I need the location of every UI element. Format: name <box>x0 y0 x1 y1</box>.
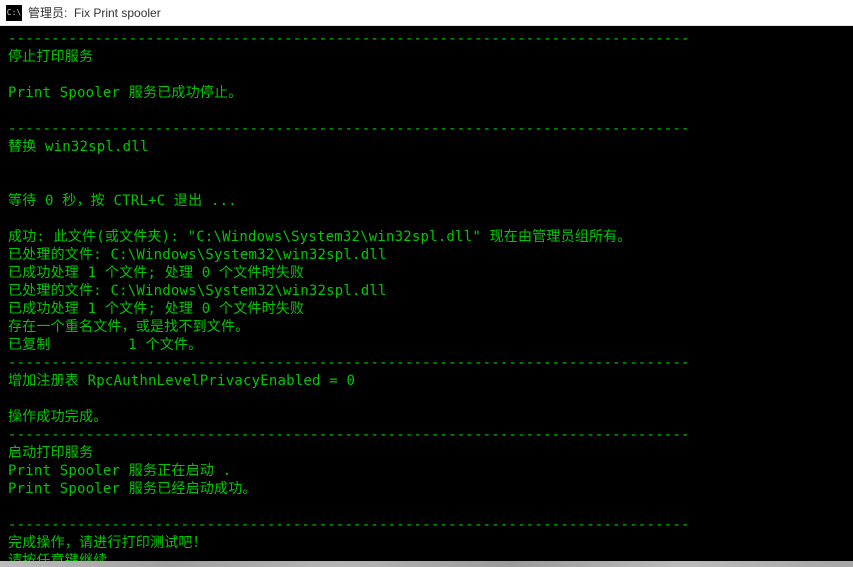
console-line: ----------------------------------------… <box>8 516 845 534</box>
console-line: 启动打印服务 <box>8 444 845 462</box>
console-output[interactable]: ----------------------------------------… <box>0 26 853 561</box>
console-line: 增加注册表 RpcAuthnLevelPrivacyEnabled = 0 <box>8 372 845 390</box>
console-line: 请按任意键继续. . . <box>8 552 845 561</box>
console-blank <box>8 156 845 174</box>
console-line: Print Spooler 服务正在启动 . <box>8 462 845 480</box>
console-line: 等待 0 秒，按 CTRL+C 退出 ... <box>8 192 845 210</box>
console-line: 已处理的文件: C:\Windows\System32\win32spl.dll <box>8 246 845 264</box>
console-line: 替换 win32spl.dll <box>8 138 845 156</box>
console-blank <box>8 498 845 516</box>
console-line: ----------------------------------------… <box>8 120 845 138</box>
console-line: Print Spooler 服务已经启动成功。 <box>8 480 845 498</box>
console-line: 已复制 1 个文件。 <box>8 336 845 354</box>
console-line: 操作成功完成。 <box>8 408 845 426</box>
console-line: 存在一个重名文件，或是找不到文件。 <box>8 318 845 336</box>
console-line: 完成操作，请进行打印测试吧！ <box>8 534 845 552</box>
console-line: 已成功处理 1 个文件; 处理 0 个文件时失败 <box>8 264 845 282</box>
console-line: 已成功处理 1 个文件; 处理 0 个文件时失败 <box>8 300 845 318</box>
cmd-icon: C:\ <box>6 5 22 21</box>
console-line: ----------------------------------------… <box>8 354 845 372</box>
console-line: 已处理的文件: C:\Windows\System32\win32spl.dll <box>8 282 845 300</box>
console-blank <box>8 174 845 192</box>
window-title: 管理员: Fix Print spooler <box>28 4 161 21</box>
console-line: 停止打印服务 <box>8 48 845 66</box>
console-line: ----------------------------------------… <box>8 426 845 444</box>
console-blank <box>8 66 845 84</box>
console-line: ----------------------------------------… <box>8 30 845 48</box>
console-blank <box>8 210 845 228</box>
console-blank <box>8 102 845 120</box>
console-line: Print Spooler 服务已成功停止。 <box>8 84 845 102</box>
bottom-border <box>0 561 853 567</box>
console-blank <box>8 390 845 408</box>
titlebar[interactable]: C:\ 管理员: Fix Print spooler <box>0 0 853 26</box>
console-line: 成功: 此文件(或文件夹): "C:\Windows\System32\win3… <box>8 228 845 246</box>
console-window: C:\ 管理员: Fix Print spooler -------------… <box>0 0 853 567</box>
